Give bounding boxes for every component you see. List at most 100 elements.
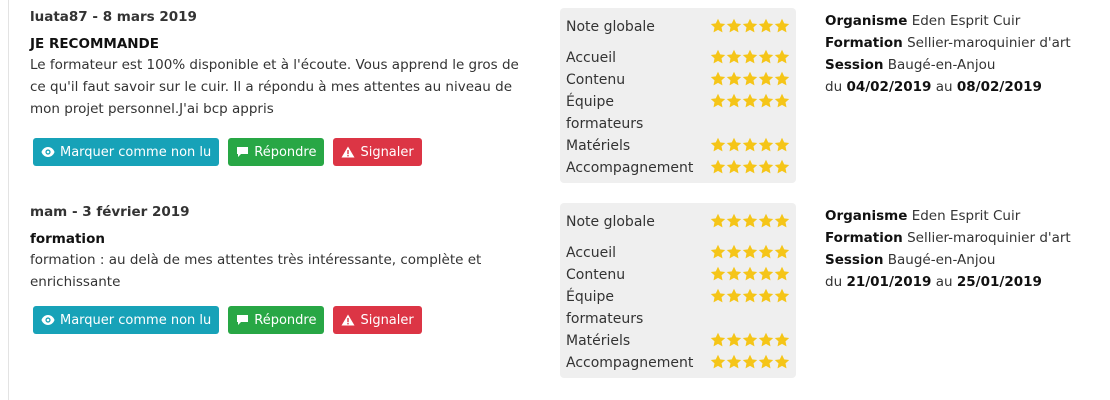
star-icon <box>742 266 758 281</box>
star-icon <box>710 354 726 369</box>
star-icon <box>758 137 774 152</box>
rating-accompagnement: Accompagnement <box>566 352 790 374</box>
star-rating <box>710 286 790 304</box>
star-icon <box>758 71 774 86</box>
star-icon <box>726 18 742 33</box>
review-actions: Marquer comme non lu Répondre Signaler <box>33 138 422 166</box>
star-icon <box>758 266 774 281</box>
star-icon <box>726 71 742 86</box>
star-icon <box>726 159 742 174</box>
dates-line: du 04/02/2019 au 08/02/2019 <box>825 76 1090 98</box>
star-icon <box>742 213 758 228</box>
reply-label: Répondre <box>254 312 317 328</box>
review-content: mam - 3 février 2019 formation formation… <box>30 203 530 293</box>
star-icon <box>774 93 790 108</box>
star-icon <box>758 288 774 303</box>
rating-global: Note globale <box>566 16 790 38</box>
star-icon <box>726 137 742 152</box>
rating-label: Contenu <box>566 72 626 88</box>
rating-contenu: Contenu <box>566 264 790 286</box>
formation-label: Formation <box>825 230 903 246</box>
rating-global: Note globale <box>566 211 790 233</box>
star-rating <box>710 157 790 175</box>
date-from: 21/01/2019 <box>846 274 932 290</box>
date-to: 08/02/2019 <box>956 79 1042 95</box>
review-author-date: mam - 3 février 2019 <box>30 204 190 220</box>
star-rating <box>710 69 790 87</box>
reply-button[interactable]: Répondre <box>228 306 325 334</box>
star-icon <box>774 159 790 174</box>
star-icon <box>742 244 758 259</box>
star-icon <box>726 244 742 259</box>
comment-icon <box>236 314 249 326</box>
date-to: 25/01/2019 <box>956 274 1042 290</box>
mark-unread-button[interactable]: Marquer comme non lu <box>33 306 220 334</box>
session-value: Baugé-en-Anjou <box>887 252 996 268</box>
rating-label: Accompagnement <box>566 160 694 176</box>
star-icon <box>758 244 774 259</box>
warning-icon <box>341 146 355 158</box>
eye-icon <box>41 314 55 326</box>
report-button[interactable]: Signaler <box>333 138 422 166</box>
report-button[interactable]: Signaler <box>333 306 422 334</box>
star-icon <box>710 288 726 303</box>
rating-materiels: Matériels <box>566 135 790 157</box>
star-icon <box>774 213 790 228</box>
rating-label: Accompagnement <box>566 355 694 371</box>
star-rating <box>710 264 790 282</box>
rating-contenu: Contenu <box>566 69 790 91</box>
star-icon <box>710 71 726 86</box>
rating-equipe: Équipe formateurs <box>566 91 790 135</box>
star-icon <box>726 49 742 64</box>
star-icon <box>774 71 790 86</box>
star-icon <box>774 266 790 281</box>
organisme-line: Organisme Eden Esprit Cuir <box>825 205 1090 227</box>
star-icon <box>774 288 790 303</box>
au-label: au <box>935 274 953 290</box>
star-icon <box>710 159 726 174</box>
star-icon <box>774 244 790 259</box>
rating-materiels: Matériels <box>566 330 790 352</box>
star-icon <box>710 266 726 281</box>
star-rating <box>710 47 790 65</box>
session-line: Session Baugé-en-Anjou <box>825 54 1090 76</box>
review-body: formation : au delà de mes attentes très… <box>30 252 482 290</box>
content-left-border <box>8 0 9 400</box>
session-label: Session <box>825 252 884 268</box>
rating-label: Matériels <box>566 333 631 349</box>
ratings-panel: Note globale Accueil Contenu Équipe form… <box>560 203 796 378</box>
du-label: du <box>825 79 843 95</box>
star-icon <box>742 137 758 152</box>
star-icon <box>726 288 742 303</box>
star-icon <box>710 332 726 347</box>
organisme-value: Eden Esprit Cuir <box>911 13 1021 29</box>
star-icon <box>774 49 790 64</box>
organisme-value: Eden Esprit Cuir <box>911 208 1021 224</box>
rating-equipe: Équipe formateurs <box>566 286 790 330</box>
star-icon <box>726 266 742 281</box>
star-icon <box>742 288 758 303</box>
comment-icon <box>236 146 249 158</box>
star-icon <box>726 93 742 108</box>
star-rating <box>710 352 790 370</box>
report-label: Signaler <box>360 144 414 160</box>
rating-label: Accueil <box>566 50 616 66</box>
training-info: Organisme Eden Esprit Cuir Formation Sel… <box>825 10 1090 98</box>
star-rating <box>710 211 790 229</box>
rating-accompagnement: Accompagnement <box>566 157 790 179</box>
star-icon <box>710 49 726 64</box>
star-icon <box>742 332 758 347</box>
mark-unread-label: Marquer comme non lu <box>60 144 212 160</box>
rating-label: Équipe formateurs <box>566 289 644 327</box>
mark-unread-button[interactable]: Marquer comme non lu <box>33 138 220 166</box>
star-icon <box>774 354 790 369</box>
star-icon <box>742 354 758 369</box>
star-rating <box>710 16 790 34</box>
star-icon <box>742 71 758 86</box>
star-icon <box>758 213 774 228</box>
reply-button[interactable]: Répondre <box>228 138 325 166</box>
star-icon <box>758 18 774 33</box>
rating-label: Équipe formateurs <box>566 94 644 132</box>
star-icon <box>742 49 758 64</box>
reply-label: Répondre <box>254 144 317 160</box>
